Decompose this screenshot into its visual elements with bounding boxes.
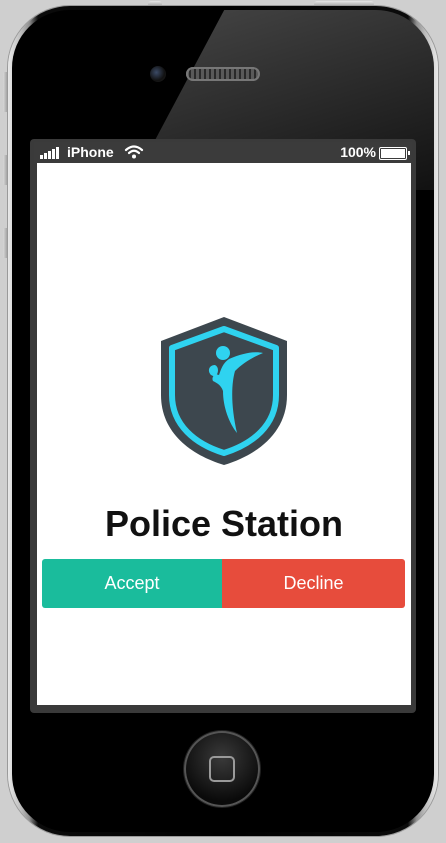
front-camera-icon (150, 66, 166, 82)
wifi-icon (124, 144, 144, 163)
police-shield-logo-icon (161, 317, 287, 465)
home-button[interactable] (184, 731, 260, 807)
home-button-icon (209, 756, 235, 782)
phone-mockup: iPhone 100% Police Station Accept Declin… (0, 0, 446, 843)
app-screen: Police Station Accept Decline (37, 163, 411, 705)
status-bar: iPhone 100% (34, 142, 412, 163)
earpiece-speaker (186, 67, 260, 81)
battery-icon (379, 147, 410, 160)
accept-button[interactable]: Accept (42, 559, 222, 608)
battery-percentage: 100% (340, 144, 376, 160)
page-title: Police Station (104, 503, 344, 544)
decline-button[interactable]: Decline (222, 559, 405, 608)
signal-bars-icon (40, 147, 59, 159)
carrier-name: iPhone (67, 144, 114, 160)
